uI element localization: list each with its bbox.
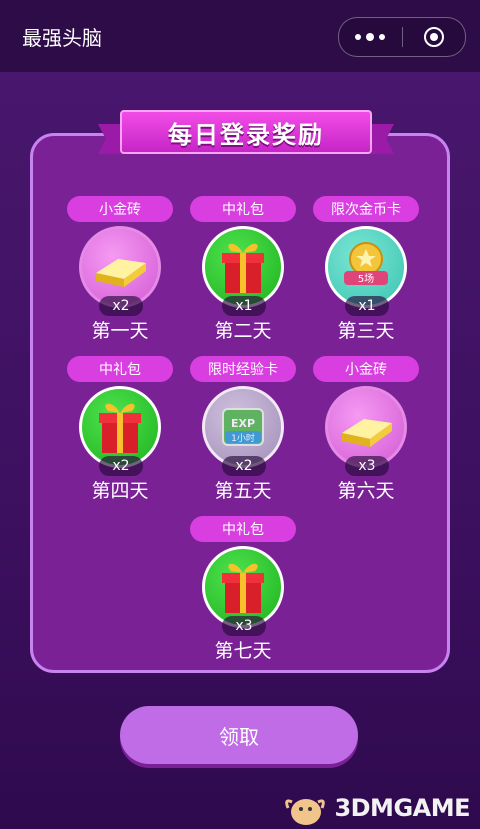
panel-title: 每日登录奖励 bbox=[120, 110, 372, 154]
reward-day-7[interactable]: 中礼包 x3 第七天 bbox=[178, 516, 308, 676]
reward-day-3[interactable]: 限次金币卡 5场 x1 第三天 bbox=[301, 196, 431, 356]
watermark: 3DMGAME bbox=[282, 788, 470, 828]
reward-qty: x2 bbox=[99, 296, 143, 316]
day-label: 第四天 bbox=[91, 480, 149, 502]
top-bar: 最强头脑 bbox=[0, 0, 480, 72]
daily-login-panel: 小金砖 x2 第一天 中礼包 x1 第二天 限次金币卡 5场 x1 第三天 中礼… bbox=[30, 133, 450, 673]
day-label: 第一天 bbox=[91, 320, 149, 342]
close-miniprogram-button[interactable] bbox=[402, 18, 465, 56]
more-dots-icon bbox=[355, 33, 386, 41]
reward-name: 小金砖 bbox=[67, 196, 173, 222]
reward-qty: x3 bbox=[222, 616, 266, 636]
exp-label: EXP bbox=[231, 417, 255, 430]
watermark-text: 3DMGAME bbox=[334, 794, 470, 822]
card-badge: 1小时 bbox=[231, 432, 255, 444]
day-label: 第六天 bbox=[337, 480, 395, 502]
reward-name: 小金砖 bbox=[313, 356, 419, 382]
claim-button[interactable]: 领取 bbox=[120, 706, 358, 764]
app-title: 最强头脑 bbox=[22, 26, 102, 50]
reward-qty: x2 bbox=[99, 456, 143, 476]
target-icon bbox=[423, 27, 444, 47]
reward-day-4[interactable]: 中礼包 x2 第四天 bbox=[55, 356, 185, 516]
reward-qty: x1 bbox=[222, 296, 266, 316]
reward-name: 限时经验卡 bbox=[190, 356, 296, 382]
reward-qty: x3 bbox=[345, 456, 389, 476]
day-label: 第五天 bbox=[214, 480, 272, 502]
reward-day-1[interactable]: 小金砖 x2 第一天 bbox=[55, 196, 185, 356]
day-label: 第七天 bbox=[214, 640, 272, 662]
card-badge: 5场 bbox=[358, 272, 374, 285]
more-button[interactable] bbox=[339, 18, 402, 56]
reward-name: 限次金币卡 bbox=[313, 196, 419, 222]
reward-qty: x2 bbox=[222, 456, 266, 476]
reward-name: 中礼包 bbox=[190, 196, 296, 222]
reward-day-2[interactable]: 中礼包 x1 第二天 bbox=[178, 196, 308, 356]
day-label: 第二天 bbox=[214, 320, 272, 342]
reward-name: 中礼包 bbox=[67, 356, 173, 382]
reward-name: 中礼包 bbox=[190, 516, 296, 542]
day-label: 第三天 bbox=[337, 320, 395, 342]
mascot-icon bbox=[285, 799, 326, 825]
reward-qty: x1 bbox=[345, 296, 389, 316]
reward-day-6[interactable]: 小金砖 x3 第六天 bbox=[301, 356, 431, 516]
reward-day-5[interactable]: 限时经验卡 EXP 1小时 x2 第五天 bbox=[178, 356, 308, 516]
panel-banner: 每日登录奖励 bbox=[98, 106, 394, 158]
mini-program-capsule bbox=[338, 17, 466, 57]
